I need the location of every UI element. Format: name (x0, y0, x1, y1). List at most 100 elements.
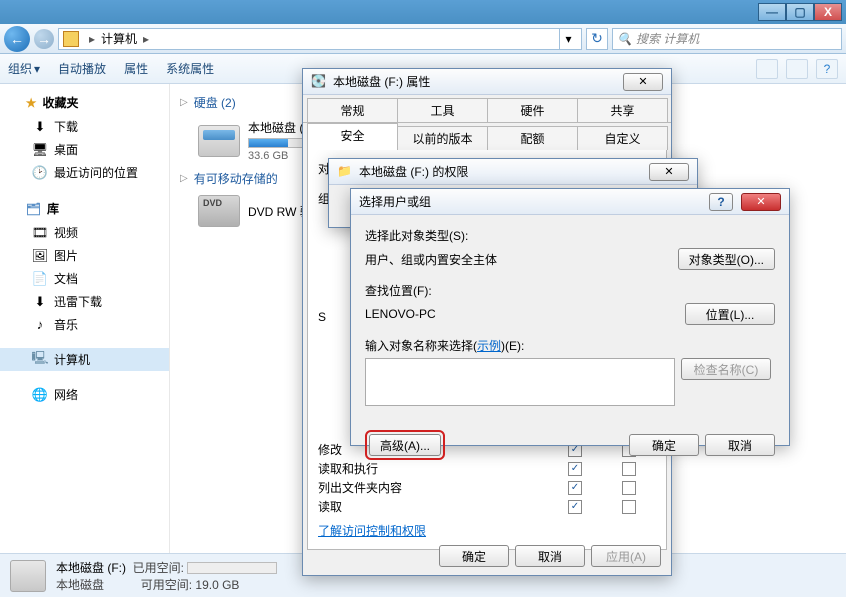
object-type-label: 选择此对象类型(S): (365, 227, 775, 244)
dialog-footer: 高级(A)... 确定 取消 (351, 430, 789, 470)
toolbar-sysprops[interactable]: 系统属性 (166, 60, 214, 77)
recent-icon: 🕑 (32, 165, 48, 181)
picture-icon: 🖼 (32, 248, 48, 264)
sidebar-item-documents[interactable]: 📄文档 (0, 267, 169, 290)
ok-button[interactable]: 确定 (629, 434, 699, 456)
nav-back-button[interactable]: ← (4, 26, 30, 52)
tabs-row-2: 安全 以前的版本 配额 自定义 (303, 123, 671, 150)
dialog-titlebar[interactable]: 选择用户或组 ? ✕ (351, 189, 789, 215)
cancel-button[interactable]: 取消 (515, 545, 585, 567)
tab-general[interactable]: 常规 (307, 98, 398, 122)
object-types-button[interactable]: 对象类型(O)... (678, 248, 775, 270)
learn-permissions-link[interactable]: 了解访问控制和权限 (318, 522, 426, 539)
object-name-input[interactable] (365, 358, 675, 406)
dialog-close-button[interactable]: ✕ (741, 193, 781, 211)
dialog-body: 选择此对象类型(S): 用户、组或内置安全主体 对象类型(O)... 查找位置(… (351, 215, 789, 430)
tab-security[interactable]: 安全 (307, 123, 398, 150)
video-icon: 🎞 (32, 225, 48, 241)
music-icon: ♪ (32, 317, 48, 333)
usage-bar (187, 562, 277, 574)
preview-pane-button[interactable] (786, 59, 808, 79)
chevron-down-icon: ▾ (34, 62, 40, 76)
view-mode-button[interactable] (756, 59, 778, 79)
object-type-value: 用户、组或内置安全主体 (365, 251, 672, 268)
search-input[interactable]: 🔍 搜索 计算机 (612, 28, 842, 50)
computer-icon: 🖳 (32, 352, 48, 368)
sidebar-favorites-header[interactable]: ★收藏夹 (0, 90, 169, 115)
sidebar-item-video[interactable]: 🎞视频 (0, 221, 169, 244)
sidebar-item-xunlei[interactable]: ⬇迅雷下载 (0, 290, 169, 313)
tab-quota[interactable]: 配额 (487, 126, 578, 150)
tab-sharing[interactable]: 共享 (577, 98, 668, 122)
allow-checkbox[interactable]: ✓ (568, 481, 582, 495)
nav-forward-button[interactable]: → (34, 29, 54, 49)
highlight-annotation: 高级(A)... (365, 430, 445, 460)
sidebar-item-pictures[interactable]: 🖼图片 (0, 244, 169, 267)
dvd-icon (198, 195, 240, 227)
tabs-row-1: 常规 工具 硬件 共享 (303, 95, 671, 123)
location-label: 查找位置(F): (365, 282, 775, 299)
minimize-button[interactable]: — (758, 3, 786, 21)
object-name-label: 输入对象名称来选择(示例)(E): (365, 337, 775, 354)
dialog-titlebar[interactable]: 📁 本地磁盘 (F:) 的权限 ✕ (329, 159, 697, 185)
library-icon: 🗂 (26, 202, 41, 216)
perm-row: 列出文件夹内容 ✓ (318, 478, 656, 497)
apply-button[interactable]: 应用(A) (591, 545, 661, 567)
cancel-button[interactable]: 取消 (705, 434, 775, 456)
window-titlebar: — ▢ X (0, 0, 846, 24)
toolbar-organize[interactable]: 组织▾ (8, 60, 40, 77)
toolbar-properties[interactable]: 属性 (124, 60, 148, 77)
help-button[interactable]: ? (816, 59, 838, 79)
sidebar-item-downloads[interactable]: ⬇下载 (0, 115, 169, 138)
close-button[interactable]: X (814, 3, 842, 21)
status-text: 本地磁盘 (F:) 已用空间: 本地磁盘 可用空间: 19.0 GB (56, 559, 277, 593)
sidebar-item-recent[interactable]: 🕑最近访问的位置 (0, 161, 169, 184)
locations-button[interactable]: 位置(L)... (685, 303, 775, 325)
breadcrumb-dropdown-icon[interactable]: ▾ (559, 28, 577, 50)
breadcrumb[interactable]: ▸ 计算机 ▸ ▾ (58, 28, 582, 50)
check-names-button[interactable]: 检查名称(C) (681, 358, 771, 380)
sidebar-item-music[interactable]: ♪音乐 (0, 313, 169, 336)
advanced-button[interactable]: 高级(A)... (369, 434, 441, 456)
sidebar-item-network[interactable]: 🌐网络 (0, 383, 169, 406)
ok-button[interactable]: 确定 (439, 545, 509, 567)
dialog-close-button[interactable]: ✕ (623, 73, 663, 91)
sidebar-libraries-header[interactable]: 🗂库 (0, 196, 169, 221)
sidebar-item-desktop[interactable]: 🖥桌面 (0, 138, 169, 161)
drive-icon: 💽 (311, 74, 327, 90)
tab-tools[interactable]: 工具 (397, 98, 488, 122)
toolbar-autoplay[interactable]: 自动播放 (58, 60, 106, 77)
tab-customize[interactable]: 自定义 (577, 126, 668, 150)
tab-previous-versions[interactable]: 以前的版本 (397, 126, 488, 150)
tab-hardware[interactable]: 硬件 (487, 98, 578, 122)
dialog-select-user-group: 选择用户或组 ? ✕ 选择此对象类型(S): 用户、组或内置安全主体 对象类型(… (350, 188, 790, 446)
refresh-button[interactable]: ↻ (586, 28, 608, 50)
breadcrumb-sep-icon: ▸ (137, 32, 155, 46)
perm-row: 读取 ✓ (318, 497, 656, 516)
examples-link[interactable]: 示例 (477, 339, 501, 353)
dialog-footer: 确定 取消 应用(A) (439, 545, 661, 567)
deny-checkbox[interactable] (622, 500, 636, 514)
location-value: LENOVO-PC (365, 307, 679, 321)
breadcrumb-item[interactable]: 计算机 (101, 30, 137, 47)
sidebar: ★收藏夹 ⬇下载 🖥桌面 🕑最近访问的位置 🗂库 🎞视频 🖼图片 📄文档 ⬇迅雷… (0, 84, 170, 553)
folder-icon: 📁 (337, 164, 353, 180)
computer-icon (63, 31, 79, 47)
network-icon: 🌐 (32, 387, 48, 403)
search-icon: 🔍 (617, 32, 632, 46)
search-placeholder: 搜索 计算机 (636, 30, 699, 47)
desktop-icon: 🖥 (32, 142, 48, 158)
deny-checkbox[interactable] (622, 481, 636, 495)
maximize-button[interactable]: ▢ (786, 3, 814, 21)
dialog-titlebar[interactable]: 💽 本地磁盘 (F:) 属性 ✕ (303, 69, 671, 95)
dialog-close-button[interactable]: ✕ (649, 163, 689, 181)
dialog-title: 本地磁盘 (F:) 的权限 (359, 163, 468, 180)
document-icon: 📄 (32, 271, 48, 287)
s-label: S (318, 310, 326, 324)
navbar: ← → ▸ 计算机 ▸ ▾ ↻ 🔍 搜索 计算机 (0, 24, 846, 54)
dialog-title: 本地磁盘 (F:) 属性 (333, 73, 430, 90)
allow-checkbox[interactable]: ✓ (568, 500, 582, 514)
sidebar-item-computer[interactable]: 🖳计算机 (0, 348, 169, 371)
dialog-help-button[interactable]: ? (709, 193, 733, 211)
dialog-title: 选择用户或组 (359, 193, 431, 210)
